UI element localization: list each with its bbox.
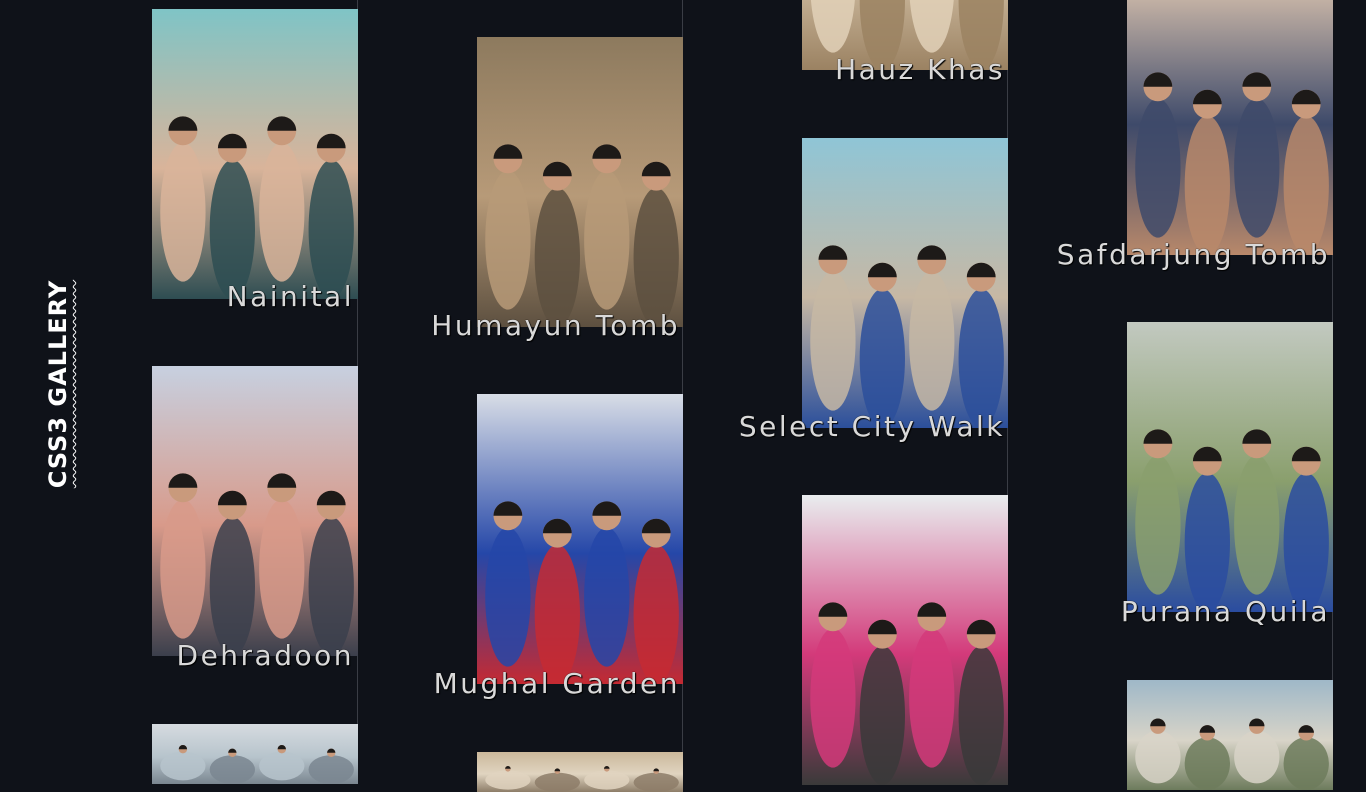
gallery-photo[interactable] — [152, 9, 358, 299]
photo-image — [477, 37, 683, 327]
photo-image — [152, 366, 358, 656]
gallery-photo[interactable] — [1127, 322, 1333, 612]
photo-image — [1127, 680, 1333, 790]
gallery-photo[interactable] — [802, 495, 1008, 785]
gallery-photo[interactable] — [477, 752, 683, 792]
gallery-title-text: CSS3 GALLERY — [44, 279, 72, 488]
photo-caption: Safdarjung Tomb — [1056, 238, 1330, 271]
gallery-photo[interactable] — [1127, 0, 1333, 255]
gallery-photo[interactable] — [477, 394, 683, 684]
photo-image — [802, 495, 1008, 785]
gallery-photo[interactable] — [477, 37, 683, 327]
photo-caption: Hauz Khas — [835, 53, 1005, 86]
gallery-photo[interactable] — [152, 724, 358, 784]
gallery-title: CSS3 GALLERY — [40, 276, 76, 491]
gallery-photo[interactable] — [1127, 680, 1333, 790]
photo-caption: Nainital — [226, 280, 354, 313]
photo-caption: Dehradoon — [176, 639, 354, 672]
photo-image — [152, 9, 358, 299]
photo-image — [477, 394, 683, 684]
photo-caption: Purana Quila — [1120, 595, 1330, 628]
photo-caption: Mughal Garden — [433, 667, 680, 700]
photo-image — [1127, 0, 1333, 255]
photo-image — [1127, 322, 1333, 612]
gallery-photo[interactable] — [802, 138, 1008, 428]
photo-image — [477, 752, 683, 792]
gallery-photo[interactable] — [152, 366, 358, 656]
photo-caption: Humayun Tomb — [431, 309, 680, 342]
photo-image — [152, 724, 358, 784]
photo-image — [802, 138, 1008, 428]
photo-caption: Select City Walk — [738, 410, 1005, 443]
